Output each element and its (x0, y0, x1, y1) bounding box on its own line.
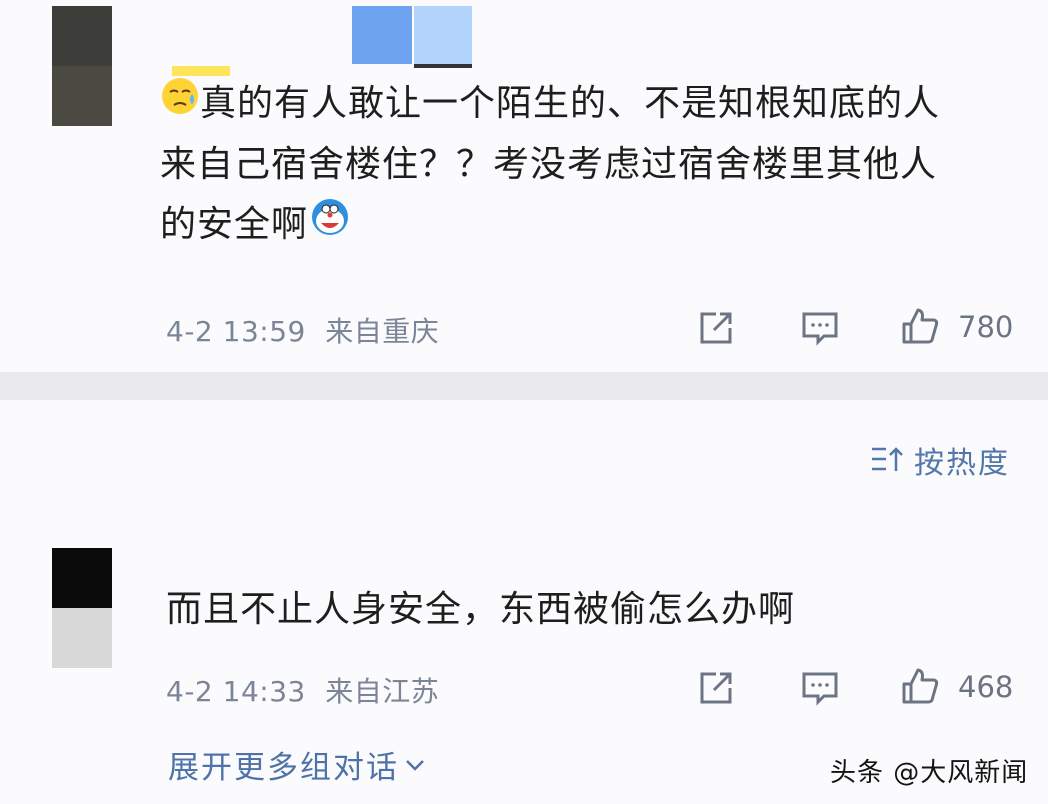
comment-date: 4-2 14:33 (166, 675, 306, 708)
like-count: 780 (958, 310, 1014, 344)
share-icon[interactable] (696, 308, 736, 348)
comment-meta: 4-2 14:33 来自江苏 (166, 670, 439, 710)
comment-location: 来自重庆 (325, 315, 440, 348)
expand-label: 展开更多组对话 (168, 750, 399, 786)
sort-label: 按热度 (914, 446, 1010, 481)
avatar[interactable] (52, 6, 112, 126)
sad-sweat-emoji-icon (160, 75, 200, 135)
like-icon[interactable] (900, 666, 940, 706)
comment-text: 真的有人敢让一个陌生的、不是知根知底的人 来自己宿舍楼住？？考没考虑过宿舍楼里其… (160, 74, 940, 256)
comment-icon[interactable] (800, 308, 840, 348)
comment-location: 来自江苏 (325, 675, 440, 708)
section-divider (0, 372, 1048, 400)
comment-icon[interactable] (800, 668, 840, 708)
chevron-down-icon (406, 759, 424, 771)
image-thumbnail[interactable] (414, 6, 472, 68)
sort-button[interactable]: 按热度 (870, 438, 1010, 482)
share-icon[interactable] (696, 668, 736, 708)
sort-icon (872, 447, 903, 471)
comment-date: 4-2 13:59 (166, 315, 306, 348)
comment-1: 真的有人敢让一个陌生的、不是知根知底的人 来自己宿舍楼住？？考没考虑过宿舍楼里其… (0, 0, 1048, 372)
like-count: 468 (958, 670, 1014, 704)
comment-meta: 4-2 13:59 来自重庆 (166, 310, 439, 350)
comment-line: 的安全啊 (160, 204, 309, 245)
image-thumbnail[interactable] (352, 6, 412, 64)
avatar[interactable] (52, 548, 112, 668)
expand-more-link[interactable]: 展开更多组对话 (168, 742, 427, 787)
like-icon[interactable] (900, 306, 940, 346)
comment-text: 而且不止人身安全，东西被偷怎么办啊 (166, 589, 796, 630)
doraemon-emoji-icon (308, 196, 352, 256)
comment-line: 来自己宿舍楼住？？考没考虑过宿舍楼里其他人 (160, 144, 938, 185)
comment-line: 真的有人敢让一个陌生的、不是知根知底的人 (200, 83, 941, 124)
watermark: 头条 @大风新闻 (830, 758, 1029, 788)
comment-2: 而且不止人身安全，东西被偷怎么办啊 4-2 14:33 来自江苏 468 (0, 540, 1048, 708)
